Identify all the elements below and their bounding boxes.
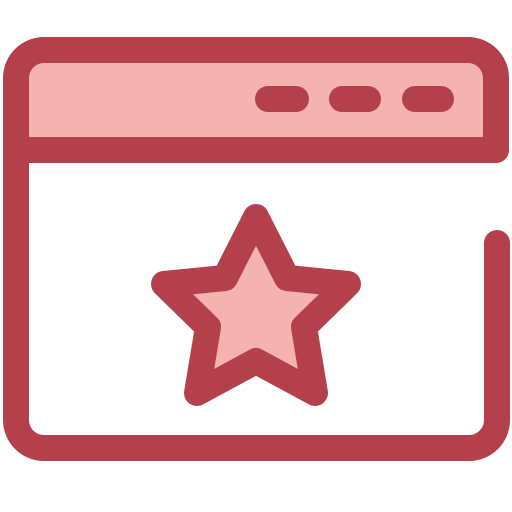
browser-window-star-icon [3, 37, 510, 461]
browser-star-illustration [0, 0, 512, 512]
star-icon [151, 204, 361, 406]
